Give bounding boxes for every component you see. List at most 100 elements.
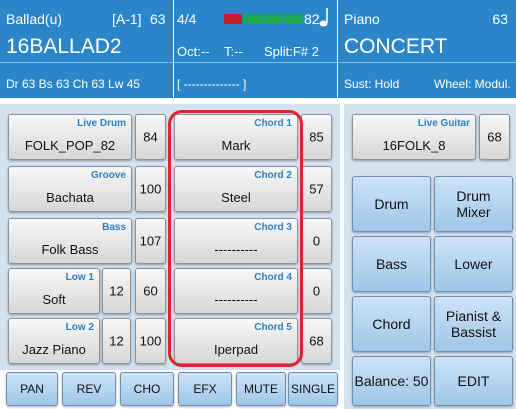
volume-value: 0 [312,283,321,299]
groove-volume[interactable]: 100 [135,166,166,212]
live-guitar-slot[interactable]: Live Guitar 16FOLK_8 [352,114,476,160]
divider [338,62,516,63]
pianist-bassist-button[interactable]: Pianist & Bassist [434,296,513,352]
tempo-value: 82 [304,11,320,27]
tempo-panel[interactable]: 4/4 82 Oct:-- T:-- Split:F# 2 [ --------… [174,0,337,98]
effects-button[interactable]: EFX [178,372,232,406]
beat-led [244,14,262,24]
drum-mixer-button[interactable]: Drum Mixer [434,176,513,232]
volume-value: 57 [309,181,324,197]
beat-led [284,14,302,24]
divider [174,62,337,63]
single-button[interactable]: SINGLE [288,372,338,406]
button-label: Lower [454,255,493,272]
chord-button[interactable]: Chord [352,296,431,352]
arranger-screen: Ballad(u) [A-1] 63 16BALLAD2 Dr 63 Bs 63… [0,0,516,409]
voice-category: Piano [344,11,380,27]
live-drum-slot[interactable]: Live Drum FOLK_POP_82 [8,114,132,160]
chord2-volume[interactable]: 57 [301,166,332,212]
chord4-volume[interactable]: 0 [301,268,332,314]
slot-name: Jazz Piano [22,342,86,357]
button-label: PAN [20,382,44,396]
volume-value: 100 [139,333,162,349]
sustain-mode: Sust: Hold [344,77,400,91]
beat-meter [224,14,302,24]
style-variation: [A-1] [112,11,142,27]
slot-category: Low 2 [65,322,94,333]
chorus-button[interactable]: CHO [120,372,174,406]
slot-category: Live Drum [77,118,126,129]
time-signature: 4/4 [177,11,197,27]
volume-value: 0 [312,233,321,249]
voice-info-panel[interactable]: Piano 63 CONCERT Sust: Hold Wheel: Modul… [338,0,516,98]
balance-button[interactable]: Balance: 50 [352,356,431,406]
lower-button[interactable]: Lower [434,236,513,292]
low2-volume[interactable]: 100 [135,318,166,364]
style-program-name: 16BALLAD2 [6,35,122,58]
slot-category: Low 1 [65,272,94,283]
volume-value: 107 [139,233,162,249]
chord5-volume[interactable]: 68 [301,318,332,364]
beat-led [264,14,282,24]
low1-slot[interactable]: Low 1 Soft [8,268,100,314]
slot-name: FOLK_POP_82 [24,138,116,153]
transpose-readout: T:-- [224,44,243,59]
slot-name: Soft [42,292,66,307]
button-label: MUTE [244,382,278,396]
chord-display: [ -------------- ] [177,77,247,91]
button-label: Drum Mixer [456,188,490,220]
style-info-panel[interactable]: Ballad(u) [A-1] 63 16BALLAD2 Dr 63 Bs 63… [0,0,173,98]
button-label: EFX [193,382,217,396]
button-label: EDIT [457,372,490,389]
pan-button[interactable]: PAN [6,372,58,406]
slot-category: Bass [102,222,126,233]
low2-octave[interactable]: 12 [102,318,131,364]
style-volume: 63 [150,11,166,27]
voice-name: CONCERT [344,35,448,58]
live-drum-volume[interactable]: 84 [135,114,166,160]
mute-button[interactable]: MUTE [236,372,286,406]
volume-value: 68 [487,129,502,145]
wheel-mode: Wheel: Modul. [434,77,511,91]
volume-value: 60 [143,283,158,299]
button-label: CHO [133,382,161,396]
button-label: Drum [374,195,409,212]
volume-value: 84 [143,129,158,145]
bass-volume[interactable]: 107 [135,218,166,264]
button-label: Pianist & Bassist [446,308,501,340]
bass-slot[interactable]: Bass Folk Bass [8,218,132,264]
split-point: Split:F# 2 [264,44,319,59]
button-label: REV [76,382,102,396]
button-label: Bass [375,255,408,272]
note-icon [319,8,328,27]
label-line: Mixer [456,204,491,220]
slot-name: Folk Bass [41,242,99,257]
style-part-volumes: Dr 63 Bs 63 Ch 63 Lw 45 [6,77,141,91]
button-label: Chord [372,315,411,332]
slot-name: Bachata [46,190,94,205]
label-line: Bassist [450,324,497,340]
chord3-volume[interactable]: 0 [301,218,332,264]
octave-readout: Oct:-- [177,44,210,59]
chord1-volume[interactable]: 85 [301,114,332,160]
edit-button[interactable]: EDIT [434,356,513,406]
low1-volume[interactable]: 60 [135,268,166,314]
groove-slot[interactable]: Groove Bachata [8,166,132,212]
label-line: Drum [456,187,491,204]
voice-volume: 63 [492,11,508,27]
chord-selection-highlight [168,110,303,367]
reverb-button[interactable]: REV [62,372,116,406]
volume-value: 68 [309,333,324,349]
bass-button[interactable]: Bass [352,236,431,292]
style-name: Ballad(u) [6,11,63,27]
slot-category: Live Guitar [417,118,470,129]
slot-name: 16FOLK_8 [382,138,446,153]
slot-category: Groove [90,170,126,181]
low2-slot[interactable]: Low 2 Jazz Piano [8,318,100,364]
label-line: Pianist & [445,307,502,324]
live-guitar-volume[interactable]: 68 [479,114,510,160]
octave-value: 12 [109,283,124,299]
drum-button[interactable]: Drum [352,176,431,232]
volume-value: 85 [309,129,324,145]
low1-octave[interactable]: 12 [102,268,131,314]
